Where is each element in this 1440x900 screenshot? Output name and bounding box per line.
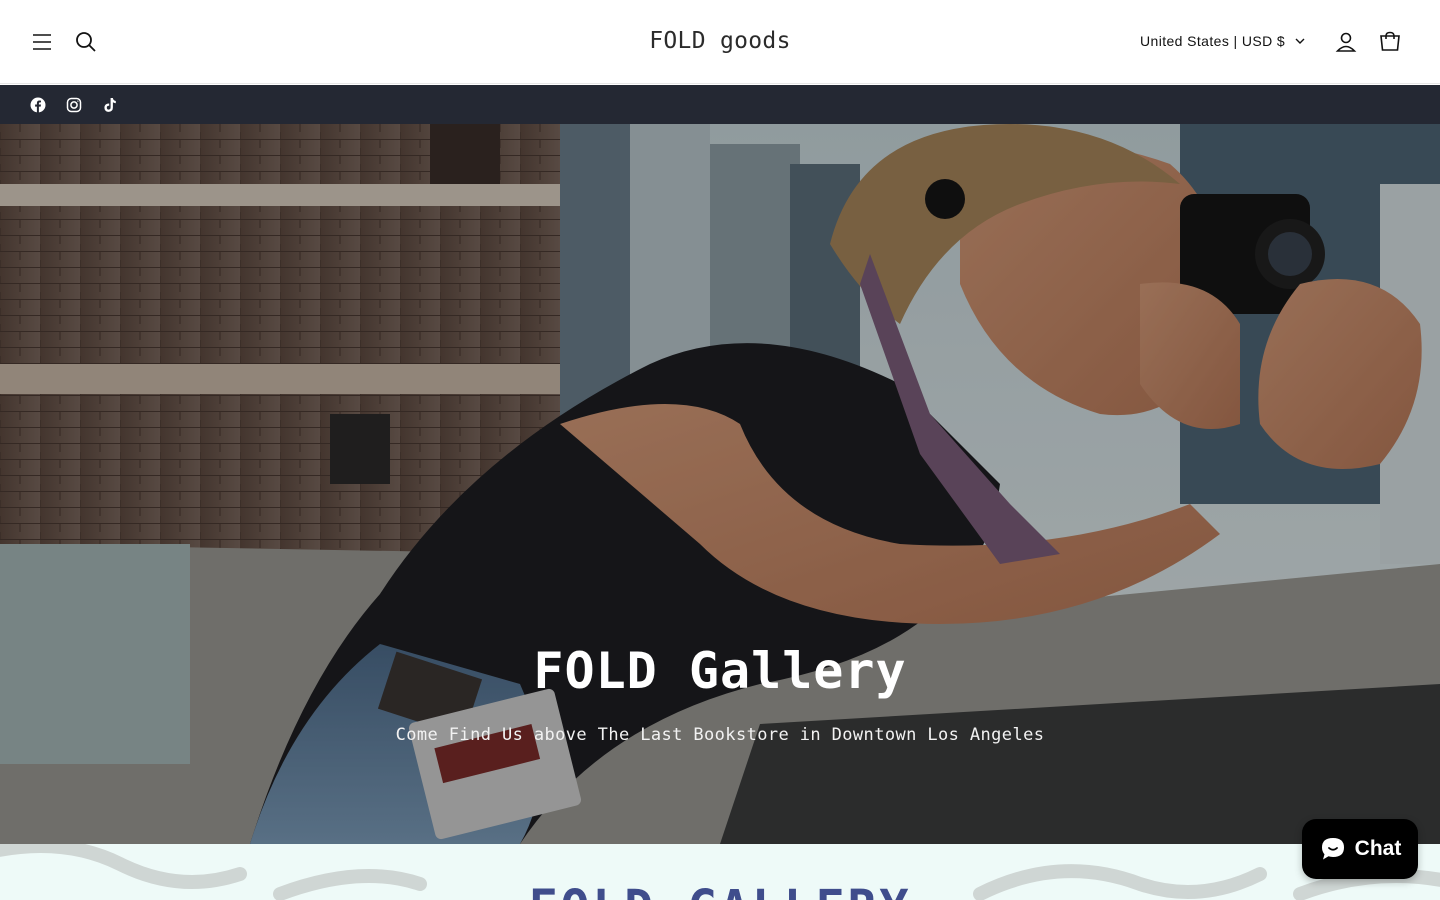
search-button[interactable] [64,20,108,64]
site-header: FOLD goods United States | USD $ [0,0,1440,84]
cart-icon [1380,31,1400,51]
hero-title: FOLD Gallery [533,642,907,700]
country-currency-label: United States | USD $ [1140,33,1286,49]
facebook-icon [30,97,46,113]
cart-button[interactable] [1368,20,1412,64]
gallery-section: FOLD GALLERY [0,844,1440,900]
instagram-link[interactable] [64,95,84,115]
chat-button[interactable]: Chat [1302,819,1418,879]
account-icon [1335,32,1357,52]
gallery-section-title: FOLD GALLERY [0,880,1440,900]
tiktok-icon [104,98,116,112]
hero-banner: FOLD Gallery Come Find Us above The Last… [0,124,1440,844]
instagram-icon [66,97,82,113]
facebook-link[interactable] [28,95,48,115]
tiktok-link[interactable] [100,95,120,115]
chat-label: Chat [1354,837,1402,860]
account-button[interactable] [1324,20,1368,64]
search-icon [76,32,96,52]
site-logo[interactable]: FOLD goods [570,24,870,58]
menu-button[interactable] [20,20,64,64]
hamburger-menu-icon [33,34,51,50]
hero-subtitle: Come Find Us above The Last Bookstore in… [395,725,1045,745]
social-bar [0,85,1440,124]
chat-bubble-icon [1321,838,1344,860]
chevron-down-icon [1295,38,1305,44]
country-currency-selector[interactable]: United States | USD $ [1140,28,1305,54]
